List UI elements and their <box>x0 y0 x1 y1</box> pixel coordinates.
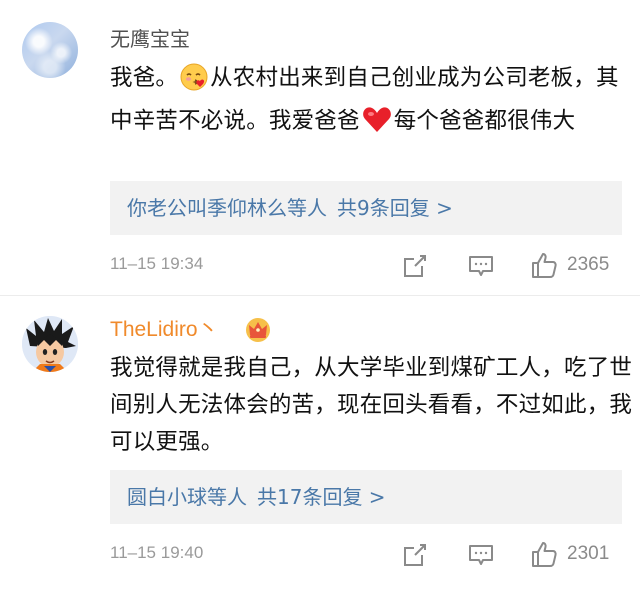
like-count: 2301 <box>567 543 610 564</box>
comment-item: 无鹰宝宝 我爸。 从农村出来到自己创业成为公司老板，其中辛苦不必说。我爱爸爸 每个爸… <box>0 0 640 296</box>
comment-icon[interactable] <box>468 253 494 279</box>
crown-icon <box>244 316 272 342</box>
reply-names[interactable]: 圆白小球等人 <box>127 485 247 509</box>
comment-icon[interactable] <box>468 542 494 568</box>
comment-text: 我爸。 从农村出来到自己创业成为公司老板，其中辛苦不必说。我爱爸爸 每个爸爸都很伟大 <box>110 60 640 146</box>
comment-text-part: 每个爸爸都很伟大 <box>393 108 576 134</box>
reply-names[interactable]: 你老公叫季仰林么等人 <box>127 196 327 220</box>
reply-count[interactable]: 共9条回复 > <box>337 196 453 220</box>
comment-text: 我觉得就是我自己，从大学毕业到煤矿工人，吃了世间别人无法体会的苦，现在回头看看，… <box>110 355 633 455</box>
kissing-face-emoji-icon <box>180 63 208 103</box>
like-count: 2365 <box>567 254 610 275</box>
avatar[interactable] <box>22 316 78 372</box>
red-heart-icon <box>362 106 392 146</box>
timestamp: 11–15 19:40 <box>110 543 204 562</box>
thumbs-up-icon[interactable] <box>530 540 558 568</box>
share-icon[interactable] <box>402 542 428 568</box>
share-icon[interactable] <box>402 253 428 279</box>
comment-footer: 11–15 19:40 2301 <box>110 540 620 570</box>
reply-count[interactable]: 共17条回复 > <box>257 485 386 509</box>
replies-link[interactable]: 圆白小球等人 共17条回复 > <box>110 470 622 524</box>
replies-link[interactable]: 你老公叫季仰林么等人 共9条回复 > <box>110 181 622 235</box>
thumbs-up-icon[interactable] <box>530 251 558 279</box>
avatar[interactable] <box>22 22 78 78</box>
timestamp: 11–15 19:34 <box>110 254 204 273</box>
comment-text-part: 我爸。 <box>110 65 179 91</box>
username[interactable]: TheLidiro丶 <box>110 317 219 343</box>
comment-footer: 11–15 19:34 2365 <box>110 251 620 281</box>
username[interactable]: 无鹰宝宝 <box>110 26 190 52</box>
